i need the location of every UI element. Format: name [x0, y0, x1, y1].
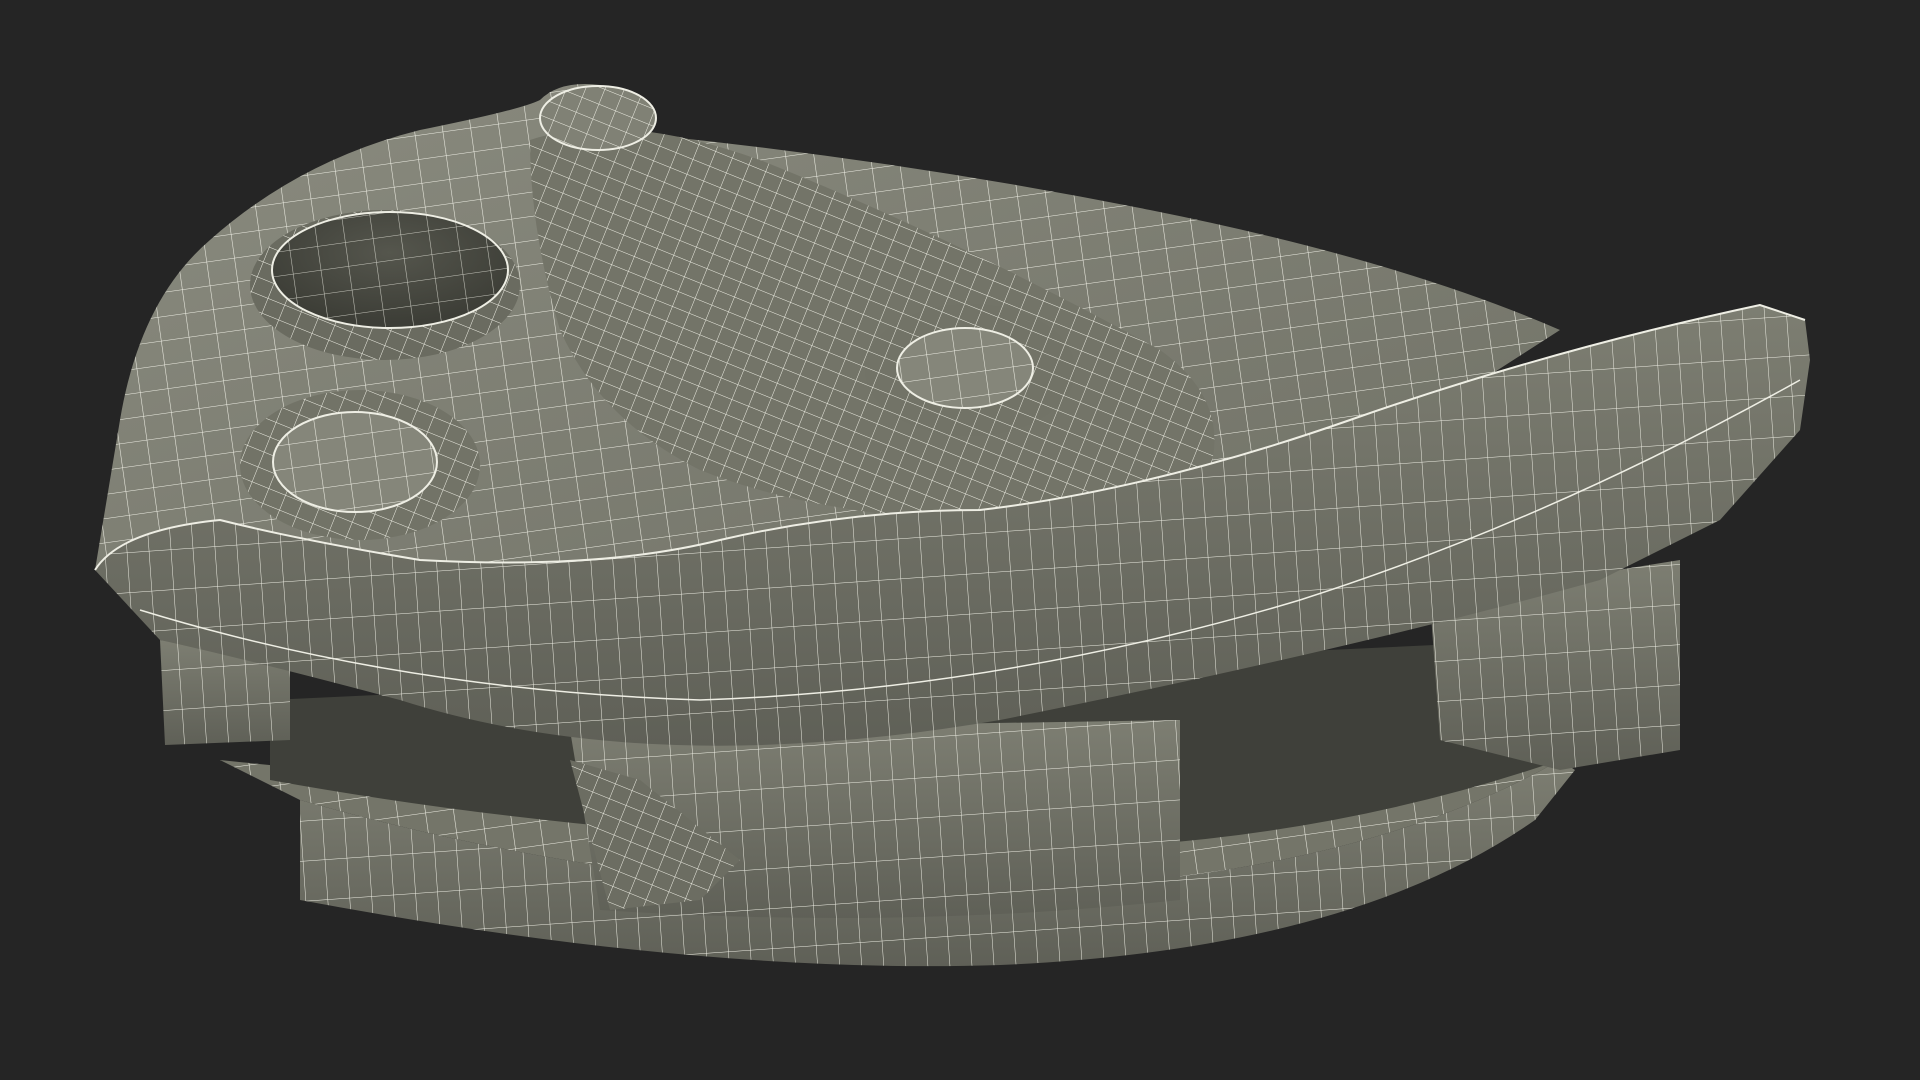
rivet-center — [865, 304, 1075, 436]
rivet-left — [240, 390, 480, 540]
rivet-top — [539, 85, 657, 151]
center-post — [570, 720, 1180, 918]
viewport — [0, 0, 1920, 1080]
wireframe-model — [94, 84, 1810, 967]
mount-hole — [250, 210, 520, 360]
